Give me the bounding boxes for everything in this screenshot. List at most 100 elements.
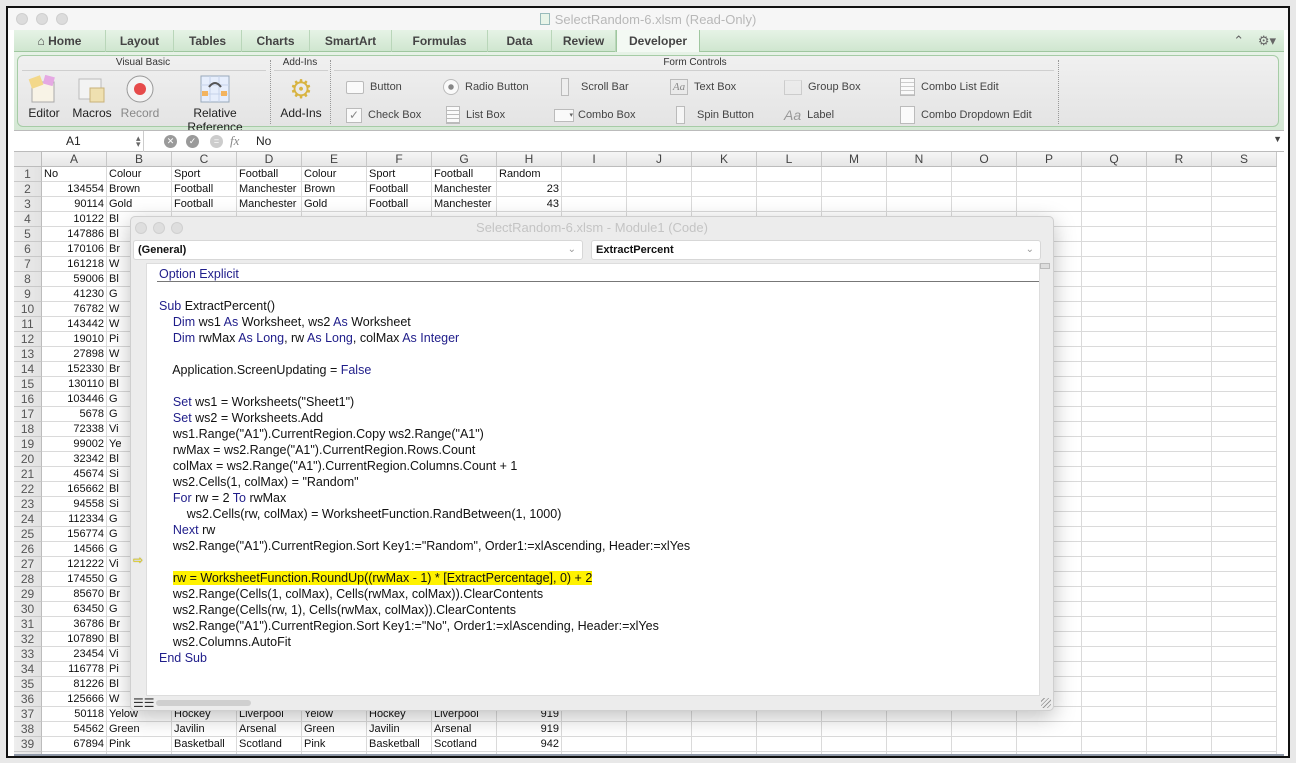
cell-B39[interactable]: Pink xyxy=(107,737,172,752)
form-control-combo-list-edit[interactable]: Combo List Edit xyxy=(900,78,999,97)
relative-reference-button[interactable]: Relative Reference xyxy=(164,74,266,134)
name-box-stepper-icon[interactable]: ▴ ▾ xyxy=(136,134,141,149)
cell-R14[interactable] xyxy=(1147,362,1212,377)
cell-A23[interactable]: 94558 xyxy=(42,497,107,512)
row-header-19[interactable]: 19 xyxy=(14,437,42,452)
cell-Q22[interactable] xyxy=(1082,482,1147,497)
cell-A10[interactable]: 76782 xyxy=(42,302,107,317)
cell-K2[interactable] xyxy=(692,182,757,197)
cell-A8[interactable]: 59006 xyxy=(42,272,107,287)
cell-J39[interactable] xyxy=(627,737,692,752)
row-header-12[interactable]: 12 xyxy=(14,332,42,347)
tab-formulas[interactable]: Formulas xyxy=(392,30,488,52)
cell-S18[interactable] xyxy=(1212,422,1277,437)
row-header-3[interactable]: 3 xyxy=(14,197,42,212)
cell-S29[interactable] xyxy=(1212,587,1277,602)
row-header-28[interactable]: 28 xyxy=(14,572,42,587)
cell-R9[interactable] xyxy=(1147,287,1212,302)
cell-S26[interactable] xyxy=(1212,542,1277,557)
cell-A31[interactable]: 36786 xyxy=(42,617,107,632)
code-editor[interactable]: Option Explicit Sub ExtractPercent() Dim… xyxy=(146,263,1040,696)
vba-zoom-button[interactable] xyxy=(171,222,183,234)
cell-S7[interactable] xyxy=(1212,257,1277,272)
cell-F1[interactable]: Sport xyxy=(367,167,432,182)
cell-C38[interactable]: Javilin xyxy=(172,722,237,737)
cell-Q36[interactable] xyxy=(1082,692,1147,707)
cell-P2[interactable] xyxy=(1017,182,1082,197)
column-header-C[interactable]: C xyxy=(172,152,237,167)
tab-review[interactable]: Review xyxy=(552,30,616,52)
row-header-14[interactable]: 14 xyxy=(14,362,42,377)
column-header-B[interactable]: B xyxy=(107,152,172,167)
column-header-D[interactable]: D xyxy=(237,152,302,167)
cell-A29[interactable]: 85670 xyxy=(42,587,107,602)
cell-B2[interactable]: Brown xyxy=(107,182,172,197)
cell-L2[interactable] xyxy=(757,182,822,197)
cell-S34[interactable] xyxy=(1212,662,1277,677)
cell-B3[interactable]: Gold xyxy=(107,197,172,212)
cell-Q25[interactable] xyxy=(1082,527,1147,542)
cell-Q13[interactable] xyxy=(1082,347,1147,362)
cell-Q37[interactable] xyxy=(1082,707,1147,722)
row-header-9[interactable]: 9 xyxy=(14,287,42,302)
cell-R5[interactable] xyxy=(1147,227,1212,242)
cell-P38[interactable] xyxy=(1017,722,1082,737)
cell-K1[interactable] xyxy=(692,167,757,182)
cell-H3[interactable]: 43 xyxy=(497,197,562,212)
cell-S39[interactable] xyxy=(1212,737,1277,752)
cell-A2[interactable]: 134554 xyxy=(42,182,107,197)
cell-S28[interactable] xyxy=(1212,572,1277,587)
form-control-combo-dropdown-edit[interactable]: Combo Dropdown Edit xyxy=(900,106,1032,125)
cell-Q11[interactable] xyxy=(1082,317,1147,332)
cell-Q34[interactable] xyxy=(1082,662,1147,677)
cell-Q39[interactable] xyxy=(1082,737,1147,752)
cell-Q30[interactable] xyxy=(1082,602,1147,617)
cell-A1[interactable]: No xyxy=(42,167,107,182)
cell-S37[interactable] xyxy=(1212,707,1277,722)
cell-S9[interactable] xyxy=(1212,287,1277,302)
cell-S19[interactable] xyxy=(1212,437,1277,452)
cell-Q31[interactable] xyxy=(1082,617,1147,632)
cell-R25[interactable] xyxy=(1147,527,1212,542)
cell-R33[interactable] xyxy=(1147,647,1212,662)
add-ins-button[interactable]: ⚙ Add-Ins xyxy=(276,74,326,122)
cell-R13[interactable] xyxy=(1147,347,1212,362)
cell-A12[interactable]: 19010 xyxy=(42,332,107,347)
row-header-7[interactable]: 7 xyxy=(14,257,42,272)
row-header-8[interactable]: 8 xyxy=(14,272,42,287)
cell-D2[interactable]: Manchester xyxy=(237,182,302,197)
insert-function-icon[interactable]: = xyxy=(210,135,223,148)
column-header-A[interactable]: A xyxy=(42,152,107,167)
cell-R23[interactable] xyxy=(1147,497,1212,512)
cell-S3[interactable] xyxy=(1212,197,1277,212)
object-dropdown[interactable]: (General) ⌄ xyxy=(133,240,583,260)
cell-M38[interactable] xyxy=(822,722,887,737)
cell-R7[interactable] xyxy=(1147,257,1212,272)
column-header-H[interactable]: H xyxy=(497,152,562,167)
cell-R29[interactable] xyxy=(1147,587,1212,602)
cell-R27[interactable] xyxy=(1147,557,1212,572)
column-header-K[interactable]: K xyxy=(692,152,757,167)
cell-A25[interactable]: 156774 xyxy=(42,527,107,542)
cell-H2[interactable]: 23 xyxy=(497,182,562,197)
cell-Q32[interactable] xyxy=(1082,632,1147,647)
vba-minimize-button[interactable] xyxy=(153,222,165,234)
row-header-33[interactable]: 33 xyxy=(14,647,42,662)
cell-S35[interactable] xyxy=(1212,677,1277,692)
cell-O39[interactable] xyxy=(952,737,1017,752)
cell-J2[interactable] xyxy=(627,182,692,197)
cell-R17[interactable] xyxy=(1147,407,1212,422)
row-header-35[interactable]: 35 xyxy=(14,677,42,692)
cell-D38[interactable]: Arsenal xyxy=(237,722,302,737)
cell-F2[interactable]: Football xyxy=(367,182,432,197)
cell-R16[interactable] xyxy=(1147,392,1212,407)
cell-Q9[interactable] xyxy=(1082,287,1147,302)
tab-home[interactable]: ⌂ Home xyxy=(14,30,106,52)
row-header-31[interactable]: 31 xyxy=(14,617,42,632)
cell-R30[interactable] xyxy=(1147,602,1212,617)
collapse-ribbon-icon[interactable]: ⌃ xyxy=(1233,33,1244,48)
cell-A24[interactable]: 112334 xyxy=(42,512,107,527)
cell-F38[interactable]: Javilin xyxy=(367,722,432,737)
cell-S20[interactable] xyxy=(1212,452,1277,467)
cell-A4[interactable]: 10122 xyxy=(42,212,107,227)
